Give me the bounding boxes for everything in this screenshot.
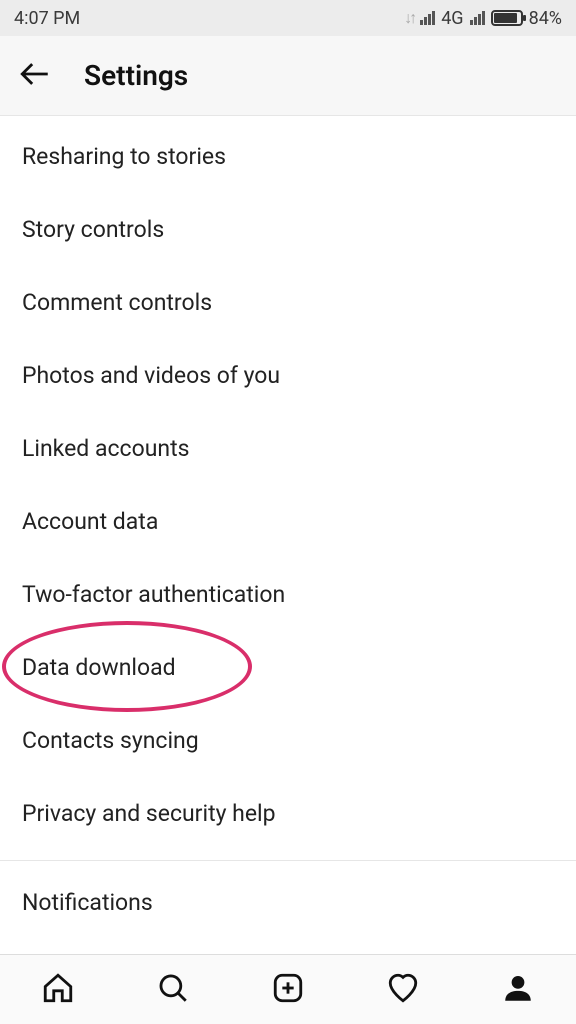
- settings-item-contacts-syncing[interactable]: Contacts syncing: [0, 704, 576, 777]
- settings-item-resharing[interactable]: Resharing to stories: [0, 120, 576, 193]
- heart-icon[interactable]: [386, 971, 420, 1009]
- settings-item-two-factor[interactable]: Two-factor authentication: [0, 558, 576, 631]
- home-icon[interactable]: [41, 971, 75, 1009]
- settings-item-photos-videos[interactable]: Photos and videos of you: [0, 339, 576, 412]
- status-time: 4:07 PM: [14, 8, 80, 29]
- settings-item-story-controls[interactable]: Story controls: [0, 193, 576, 266]
- network-label: 4G: [441, 8, 463, 29]
- settings-item-privacy-help[interactable]: Privacy and security help: [0, 777, 576, 850]
- signal-icon-2: [470, 11, 485, 25]
- search-icon[interactable]: [156, 971, 190, 1009]
- settings-item-comment-controls[interactable]: Comment controls: [0, 266, 576, 339]
- settings-item-linked-accounts[interactable]: Linked accounts: [0, 412, 576, 485]
- app-header: Settings: [0, 36, 576, 116]
- profile-icon[interactable]: [501, 971, 535, 1009]
- back-arrow-icon[interactable]: [18, 57, 52, 95]
- status-right: ↓↑ 4G 84%: [404, 8, 562, 29]
- settings-list: Resharing to stories Story controls Comm…: [0, 116, 576, 916]
- bottom-nav: [0, 954, 576, 1024]
- page-title: Settings: [84, 59, 188, 92]
- settings-item-data-download[interactable]: Data download: [0, 631, 576, 704]
- add-post-icon[interactable]: [271, 971, 305, 1009]
- signal-icon-1: [420, 11, 435, 25]
- data-arrows-icon: ↓↑: [404, 8, 414, 28]
- settings-item-notifications[interactable]: Notifications: [0, 861, 576, 912]
- settings-item-account-data[interactable]: Account data: [0, 485, 576, 558]
- status-bar: 4:07 PM ↓↑ 4G 84%: [0, 0, 576, 36]
- battery-icon: [491, 10, 523, 26]
- settings-content: Resharing to stories Story controls Comm…: [0, 116, 576, 954]
- battery-pct: 84%: [529, 8, 562, 29]
